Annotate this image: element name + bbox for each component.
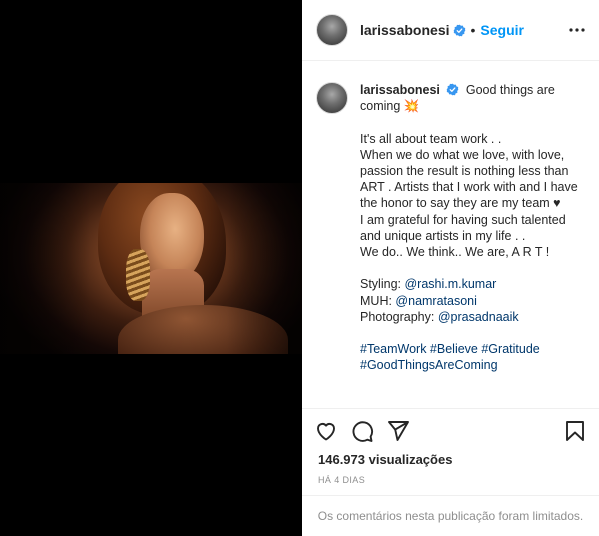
post-header: larissabonesi • Seguir: [302, 0, 599, 61]
mention-link[interactable]: @rashi.m.kumar: [404, 277, 496, 291]
credit-photography: Photography: @prasadnaaik: [360, 309, 583, 325]
hashtag-line[interactable]: #GoodThingsAreComing: [360, 357, 583, 373]
verified-badge-icon: [447, 83, 459, 96]
caption-username-link[interactable]: larissabonesi: [360, 83, 440, 97]
comment-icon[interactable]: [350, 419, 374, 443]
hashtag-line[interactable]: #TeamWork #Believe #Gratitude: [360, 341, 583, 357]
post-media[interactable]: [0, 0, 302, 536]
sparkle-emoji: 💥: [403, 99, 420, 114]
username-link[interactable]: larissabonesi: [360, 22, 450, 38]
follow-button[interactable]: Seguir: [480, 22, 524, 38]
caption-line: We do.. We think.. We are, A R T !: [360, 245, 550, 260]
post-caption: larissabonesi Good things are coming 💥 I…: [302, 62, 599, 408]
avatar[interactable]: [316, 14, 348, 46]
caption-fade: [302, 394, 599, 408]
more-options-icon[interactable]: [565, 18, 589, 42]
credit-label: Styling:: [360, 277, 405, 292]
mention-link[interactable]: @prasadnaaik: [438, 310, 519, 324]
heart-icon[interactable]: [314, 419, 338, 443]
credit-label: MUH:: [360, 293, 396, 308]
mention-link[interactable]: @namratasoni: [395, 294, 476, 308]
bookmark-icon[interactable]: [563, 419, 587, 443]
views-count[interactable]: 146.973 visualizações: [314, 452, 587, 467]
caption-text: larissabonesi Good things are coming 💥 I…: [360, 82, 583, 374]
views-number: 146.973: [318, 452, 365, 467]
post-sidebar: larissabonesi • Seguir larissabonesi Goo…: [302, 0, 599, 536]
caption-avatar[interactable]: [316, 82, 348, 114]
caption-line: I am grateful for having such talented a…: [360, 212, 566, 243]
action-icons: [314, 409, 587, 453]
comments-limited-notice: Os comentários nesta publicação foram li…: [302, 495, 599, 536]
post-actions: 146.973 visualizações HÁ 4 DIAS: [302, 408, 599, 485]
credit-styling: Styling: @rashi.m.kumar: [360, 276, 583, 292]
post-timestamp[interactable]: HÁ 4 DIAS: [314, 475, 587, 485]
share-icon[interactable]: [386, 419, 410, 443]
caption-line: When we do what we love, with love, pass…: [360, 147, 578, 211]
separator-dot: •: [470, 22, 476, 38]
views-label: visualizações: [365, 452, 453, 467]
credit-label: Photography:: [360, 309, 438, 324]
post-video[interactable]: [0, 183, 302, 354]
credit-muh: MUH: @namratasoni: [360, 293, 583, 309]
caption-line: It's all about team work . .: [360, 131, 502, 146]
verified-badge-icon: [453, 24, 465, 36]
media-vignette: [0, 183, 302, 354]
